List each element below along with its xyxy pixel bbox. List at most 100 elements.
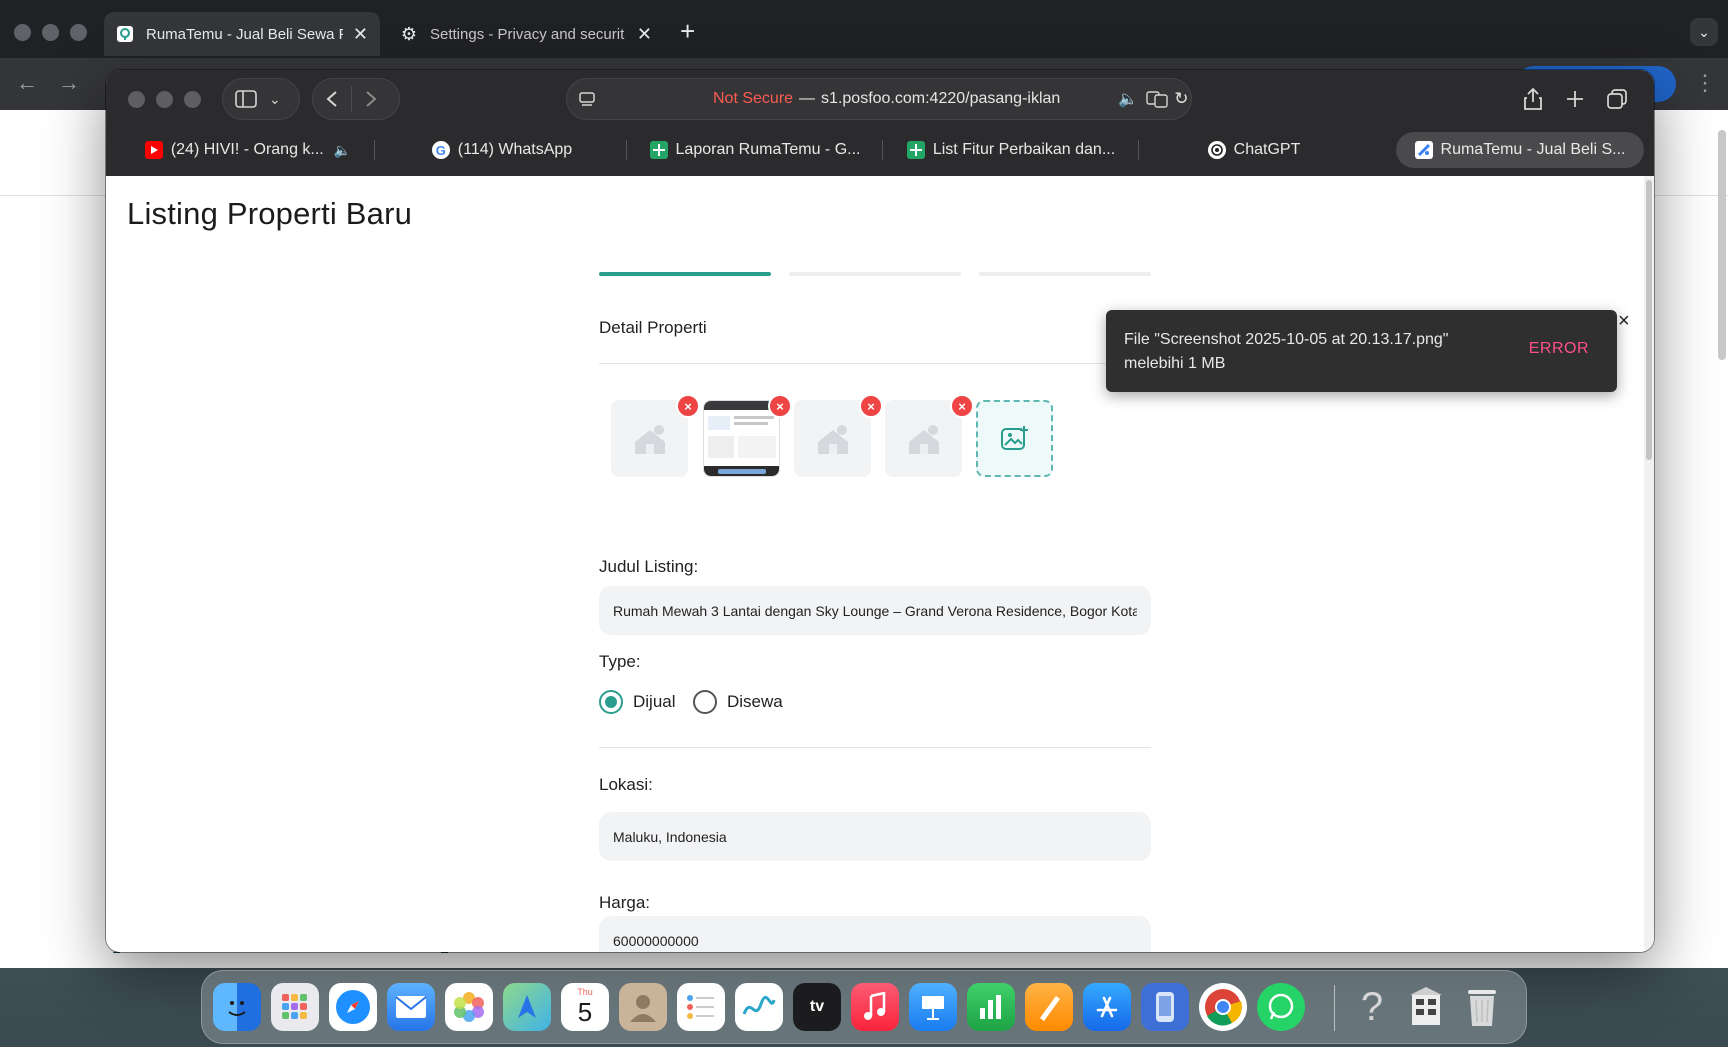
lokasi-label: Lokasi: [599, 775, 653, 794]
background-tab-strip: RumaTemu - Jual Beli Sewa P ✕ ⚙ Settings… [0, 0, 1728, 58]
calendar-day: Thu [577, 986, 593, 997]
zoom-window-dot[interactable] [70, 24, 87, 41]
apple-tv-icon[interactable]: tv [793, 983, 841, 1031]
remove-photo-2-button[interactable]: × [768, 394, 792, 418]
safari-tab-youtube[interactable]: (24) HIVI! - Orang k... 🔈 [128, 132, 368, 168]
speaker-icon[interactable]: 🔈 [1118, 89, 1138, 109]
apple-tv-label: tv [809, 998, 825, 1015]
trash-icon[interactable] [1458, 983, 1506, 1031]
page-scrollbar-track[interactable] [1644, 176, 1654, 952]
sidebar-icon [235, 90, 257, 108]
tab-overview-icon[interactable] [1602, 84, 1632, 114]
radio-disewa[interactable] [693, 690, 717, 714]
lokasi-input[interactable] [599, 812, 1151, 861]
judul-listing-label: Judul Listing: [599, 557, 699, 576]
pages-icon[interactable] [1025, 983, 1073, 1031]
macos-dock: Thu 5 tv ? [201, 970, 1527, 1044]
app-store-icon[interactable] [1083, 983, 1131, 1031]
calendar-icon[interactable]: Thu 5 [561, 983, 609, 1031]
question-mark-icon[interactable]: ? [1348, 983, 1396, 1031]
simulator-icon[interactable] [1141, 983, 1189, 1031]
bg-tab-title: RumaTemu - Jual Beli Sewa P [146, 25, 343, 43]
close-icon[interactable]: ✕ [353, 24, 368, 45]
share-icon[interactable] [1518, 84, 1548, 114]
page-menu-icon[interactable] [579, 91, 595, 107]
minimize-window-dot[interactable] [156, 91, 173, 108]
screenshot-preview-image [704, 401, 779, 476]
add-photo-button[interactable] [976, 400, 1053, 477]
bg-tab-title: Settings - Privacy and securit [430, 25, 625, 43]
close-icon[interactable]: ✕ [637, 24, 652, 45]
new-tab-plus-icon[interactable] [1560, 84, 1590, 114]
keynote-icon[interactable] [909, 983, 957, 1031]
safari-tab-chatgpt[interactable]: ChatGPT [1144, 132, 1364, 168]
chrome-icon[interactable] [1199, 983, 1247, 1031]
unknown-app-glyph: ? [1360, 984, 1384, 1029]
photos-icon[interactable] [445, 983, 493, 1031]
sheets-icon [906, 141, 925, 159]
step-indicator-2 [789, 272, 961, 276]
zoom-window-dot[interactable] [184, 91, 201, 108]
translate-icon[interactable] [1146, 90, 1168, 108]
calendar-date: 5 [577, 996, 593, 1027]
maps-icon[interactable] [503, 983, 551, 1031]
safari-tab-list-fitur[interactable]: List Fitur Perbaikan dan... [888, 132, 1134, 168]
nav-divider [351, 86, 352, 112]
tab-separator [374, 140, 375, 160]
house-app-icon[interactable] [1402, 983, 1450, 1031]
launchpad-icon[interactable] [271, 983, 319, 1031]
remove-photo-1-button[interactable]: × [676, 394, 700, 418]
remove-photo-4-button[interactable]: × [950, 394, 974, 418]
type-divider [599, 747, 1151, 748]
safari-tab-whatsapp[interactable]: G (114) WhatsApp [380, 132, 624, 168]
reload-icon[interactable]: ↻ [1174, 89, 1188, 109]
contacts-icon[interactable] [619, 983, 667, 1031]
close-dialog-icon[interactable]: × [1618, 310, 1630, 333]
more-options-icon[interactable]: ⋮ [1694, 70, 1716, 96]
harga-input[interactable] [599, 916, 1151, 952]
whatsapp-icon[interactable] [1257, 983, 1305, 1031]
page-scrollbar-thumb[interactable] [1646, 180, 1652, 460]
forward-chevron-icon[interactable] [364, 90, 378, 108]
finder-icon[interactable] [213, 983, 261, 1031]
music-icon[interactable] [851, 983, 899, 1031]
numbers-icon[interactable] [967, 983, 1015, 1031]
type-label: Type: [599, 652, 641, 671]
gear-icon: ⚙ [400, 23, 418, 44]
step-indicator-1 [599, 272, 771, 276]
new-tab-button[interactable]: + [680, 16, 695, 47]
speaker-icon[interactable]: 🔈 [334, 142, 351, 159]
forward-arrow-icon[interactable]: → [58, 70, 80, 96]
section-divider [599, 363, 1151, 364]
radio-disewa-label[interactable]: Disewa [727, 692, 783, 712]
close-window-dot[interactable] [14, 24, 31, 41]
safari-compass-icon[interactable] [329, 983, 377, 1031]
freeform-icon[interactable] [735, 983, 783, 1031]
back-chevron-icon[interactable] [325, 90, 339, 108]
chatgpt-icon [1207, 141, 1226, 159]
radio-dijual-label[interactable]: Dijual [633, 692, 676, 712]
bg-tab-settings[interactable]: ⚙ Settings - Privacy and securit ✕ [388, 12, 664, 56]
radio-dijual[interactable] [599, 690, 623, 714]
judul-listing-input[interactable] [599, 586, 1151, 635]
tab-title: (114) WhatsApp [457, 141, 573, 158]
mail-icon[interactable] [387, 983, 435, 1031]
rumatemu-icon [1414, 141, 1433, 159]
sidebar-toggle-button[interactable]: ⌄ [222, 78, 300, 120]
background-scrollbar[interactable] [1718, 130, 1726, 360]
house-placeholder-icon [634, 424, 665, 454]
tab-search-chevron-icon[interactable]: ⌄ [1690, 18, 1718, 46]
safari-tab-laporan[interactable]: Laporan RumaTemu - G... [632, 132, 878, 168]
remove-photo-3-button[interactable]: × [859, 394, 883, 418]
toast-error-button[interactable]: ERROR [1529, 340, 1589, 358]
navigation-buttons [312, 78, 400, 120]
back-arrow-icon[interactable]: ← [16, 70, 38, 96]
dock-divider [1334, 985, 1335, 1031]
close-window-dot[interactable] [128, 91, 145, 108]
safari-tab-rumatemu-active[interactable]: RumaTemu - Jual Beli S... [1396, 132, 1644, 168]
address-bar[interactable]: Not Secure — s1.posfoo.com:4220/pasang-i… [566, 78, 1192, 120]
section-title: Detail Properti [599, 318, 707, 337]
bg-tab-rumatemu[interactable]: RumaTemu - Jual Beli Sewa P ✕ [104, 12, 380, 56]
minimize-window-dot[interactable] [42, 24, 59, 41]
reminders-icon[interactable] [677, 983, 725, 1031]
